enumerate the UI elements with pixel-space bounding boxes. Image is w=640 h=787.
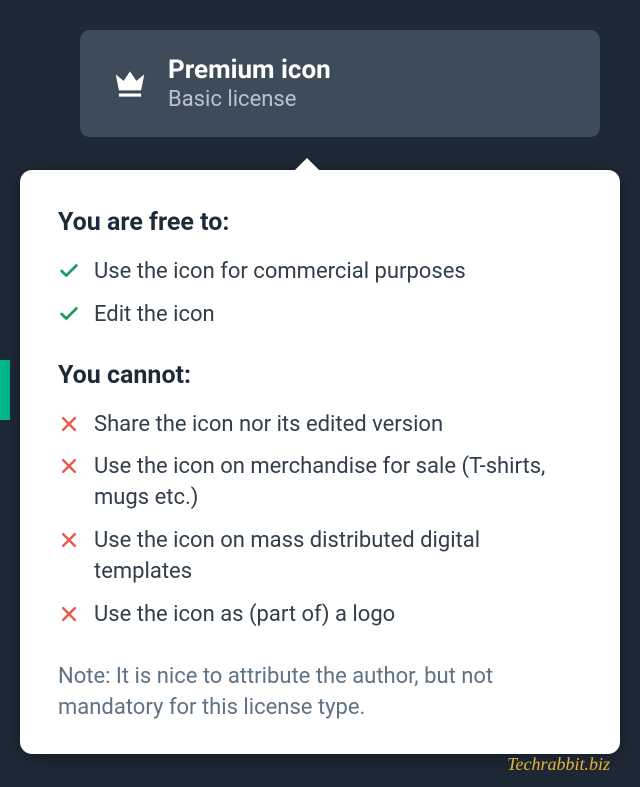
list-item-text: Use the icon for commercial purposes: [94, 257, 466, 288]
allowed-heading: You are free to:: [58, 208, 582, 237]
list-item: Use the icon on merchandise for sale (T-…: [58, 452, 582, 514]
list-item-text: Use the icon on merchandise for sale (T-…: [94, 452, 582, 514]
denied-heading: You cannot:: [58, 361, 582, 390]
list-item-text: Share the icon nor its edited version: [94, 410, 443, 441]
list-item: Use the icon as (part of) a logo: [58, 600, 582, 631]
list-item: Edit the icon: [58, 300, 582, 331]
license-note: Note: It is nice to attribute the author…: [58, 662, 582, 724]
header-subtitle: Basic license: [168, 87, 331, 112]
tooltip-arrow: [293, 158, 321, 172]
header-text-block: Premium icon Basic license: [168, 55, 331, 112]
check-icon: [58, 303, 80, 325]
allowed-list: Use the icon for commercial purposes Edi…: [58, 257, 582, 331]
list-item-text: Use the icon on mass distributed digital…: [94, 526, 582, 588]
list-item-text: Use the icon as (part of) a logo: [94, 600, 395, 631]
cross-icon: [58, 529, 80, 551]
list-item: Use the icon for commercial purposes: [58, 257, 582, 288]
crown-icon: [110, 64, 150, 104]
header-title: Premium icon: [168, 55, 331, 85]
cross-icon: [58, 413, 80, 435]
cross-icon: [58, 603, 80, 625]
sidebar-accent: [0, 360, 10, 420]
list-item-text: Edit the icon: [94, 300, 215, 331]
watermark-text: Techrabbit.biz: [507, 754, 610, 775]
license-header-badge: Premium icon Basic license: [80, 30, 600, 137]
license-tooltip-card: You are free to: Use the icon for commer…: [20, 170, 620, 754]
check-icon: [58, 260, 80, 282]
list-item: Share the icon nor its edited version: [58, 410, 582, 441]
cross-icon: [58, 455, 80, 477]
list-item: Use the icon on mass distributed digital…: [58, 526, 582, 588]
denied-list: Share the icon nor its edited version Us…: [58, 410, 582, 631]
